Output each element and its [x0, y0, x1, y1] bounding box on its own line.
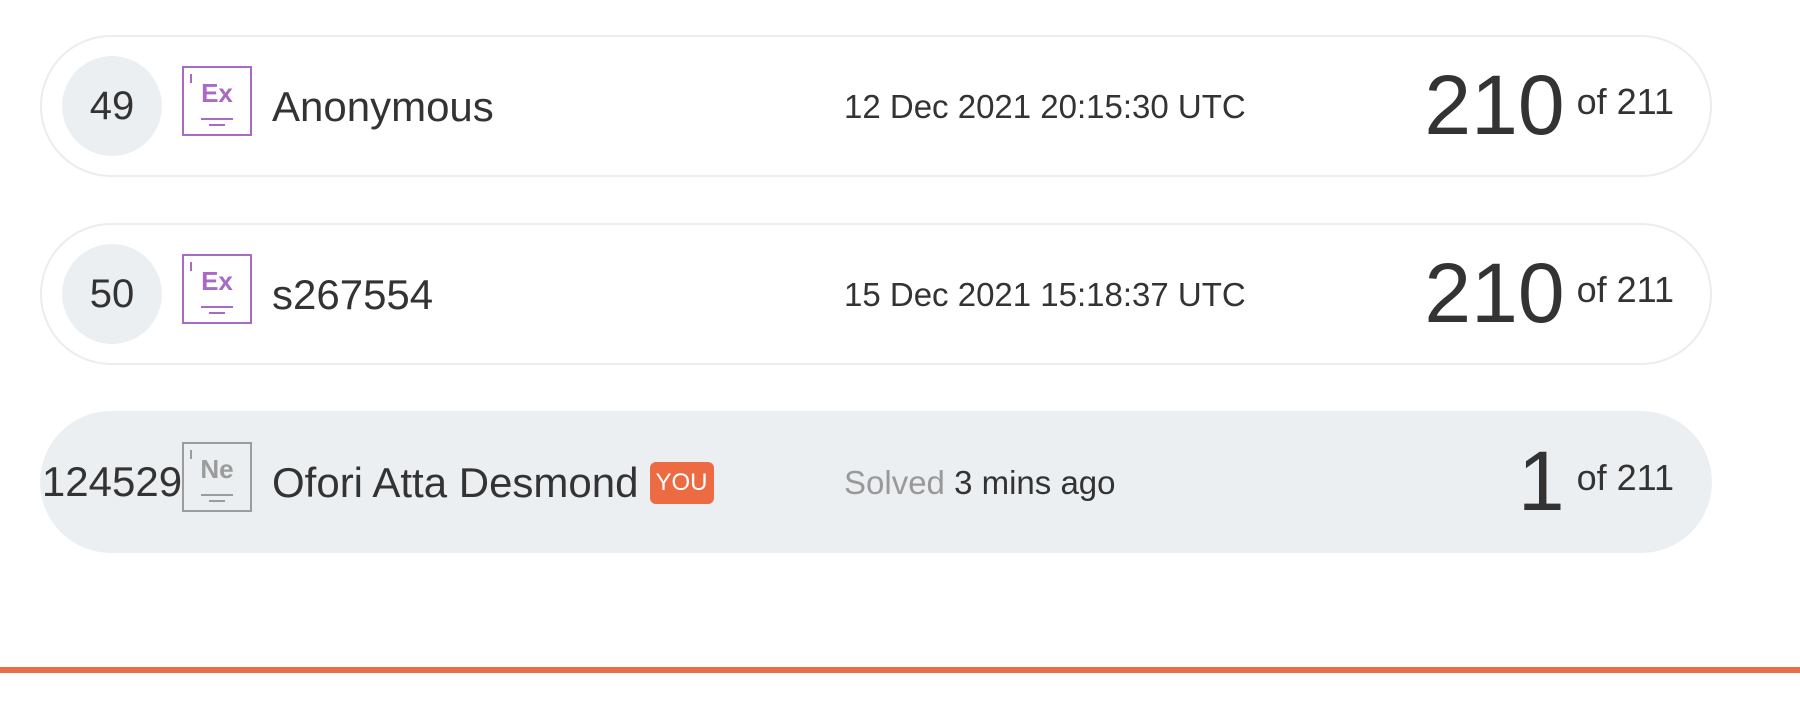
rank-number: 49: [62, 56, 162, 156]
rank-number: 50: [62, 244, 162, 344]
score: 210 of 211: [1424, 251, 1674, 335]
score-total: of 211: [1576, 457, 1674, 498]
score: 1 of 211: [1518, 439, 1674, 523]
score-total: of 211: [1576, 81, 1674, 122]
rank-number: 124529: [41, 458, 183, 505]
user-name-text: s267554: [272, 271, 434, 318]
leaderboard: 49 Ex Anonymous 12 Dec 2021 20:15:30 UTC…: [0, 0, 1800, 722]
solved-time: 3 mins ago: [954, 464, 1116, 501]
badge-symbol: Ex: [201, 266, 233, 296]
score-total: of 211: [1576, 269, 1674, 310]
element-badge-icon: Ex: [182, 254, 252, 324]
score-value: 210: [1424, 58, 1565, 152]
footer-divider: [0, 667, 1800, 673]
leaderboard-row[interactable]: 49 Ex Anonymous 12 Dec 2021 20:15:30 UTC…: [40, 35, 1712, 177]
user-name[interactable]: Ofori Atta Desmond YOU: [272, 459, 714, 507]
element-badge-icon: Ex: [182, 66, 252, 136]
badge-symbol: Ex: [201, 78, 233, 108]
solve-status: Solved 3 mins ago: [844, 464, 1116, 502]
leaderboard-row[interactable]: 50 Ex s267554 15 Dec 2021 15:18:37 UTC 2…: [40, 223, 1712, 365]
score-value: 210: [1424, 246, 1565, 340]
solve-timestamp: 12 Dec 2021 20:15:30 UTC: [844, 88, 1246, 125]
element-badge-icon: Ne: [182, 442, 252, 512]
user-name[interactable]: Anonymous: [272, 83, 494, 131]
current-user-row[interactable]: 124529 Ne Ofori Atta Desmond YOU Solved …: [40, 411, 1712, 553]
score-value: 1: [1517, 434, 1565, 528]
user-name-text: Ofori Atta Desmond: [272, 459, 639, 506]
user-name-text: Anonymous: [272, 83, 494, 130]
user-name[interactable]: s267554: [272, 271, 433, 319]
you-badge: YOU: [649, 462, 714, 504]
solve-timestamp: 15 Dec 2021 15:18:37 UTC: [844, 276, 1246, 313]
solved-label: Solved: [844, 464, 945, 501]
score: 210 of 211: [1424, 63, 1674, 147]
badge-symbol: Ne: [200, 454, 234, 484]
